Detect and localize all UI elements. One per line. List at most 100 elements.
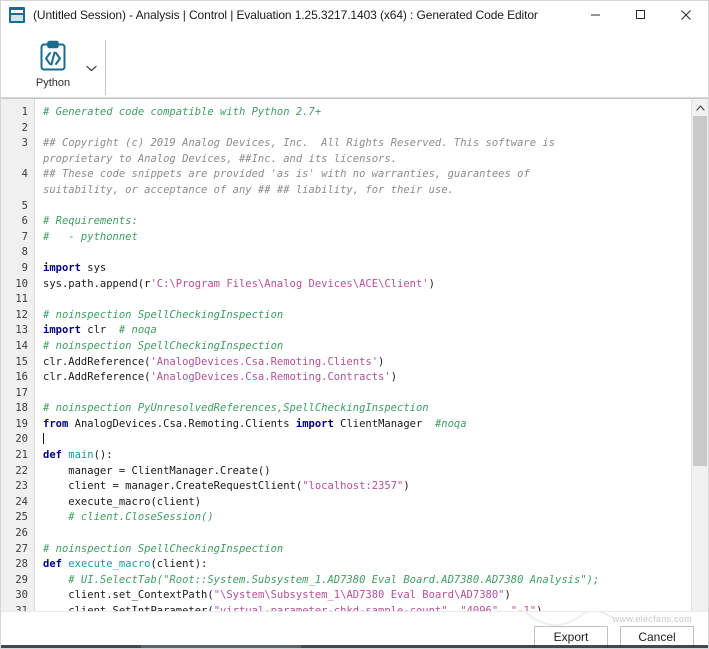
line-number: 24 xyxy=(1,495,34,511)
code-line[interactable]: # noinspection SpellCheckingInspection xyxy=(43,308,691,324)
scrollbar-track[interactable] xyxy=(692,116,708,631)
code-token: "localhost:2357" xyxy=(302,480,403,492)
code-line[interactable]: client.set_ContextPath("\System\Subsyste… xyxy=(43,588,691,604)
code-token: clr xyxy=(81,324,119,336)
code-line[interactable]: # noinspection SpellCheckingInspection xyxy=(43,542,691,558)
code-token: # noinspection SpellCheckingInspection xyxy=(43,543,283,555)
code-token: client.set_ContextPath( xyxy=(43,589,214,601)
code-token: # client.CloseSession() xyxy=(43,511,214,523)
code-line[interactable] xyxy=(43,121,691,137)
code-token: import xyxy=(43,262,81,274)
code-line[interactable]: clr.AddReference('AnalogDevices.Csa.Remo… xyxy=(43,355,691,371)
chevron-down-icon[interactable] xyxy=(83,46,99,90)
code-line[interactable]: def main(): xyxy=(43,448,691,464)
code-line[interactable]: import sys xyxy=(43,261,691,277)
code-line[interactable] xyxy=(43,526,691,542)
code-line[interactable]: # Requirements: xyxy=(43,214,691,230)
export-button[interactable]: Export xyxy=(534,626,608,649)
scrollbar-thumb[interactable] xyxy=(693,116,707,466)
scroll-up-button[interactable] xyxy=(692,99,708,116)
code-line[interactable]: # UI.SelectTab("Root::System.Subsystem_1… xyxy=(43,573,691,589)
code-line[interactable]: proprietary to Analog Devices, ##Inc. an… xyxy=(43,152,691,168)
close-button[interactable] xyxy=(663,1,708,29)
window-title: (Untitled Session) - Analysis | Control … xyxy=(33,8,538,22)
line-number: 7 xyxy=(1,230,34,246)
line-number: 22 xyxy=(1,464,34,480)
code-line[interactable] xyxy=(43,386,691,402)
code-line[interactable]: def execute_macro(client): xyxy=(43,557,691,573)
code-line[interactable]: manager = ClientManager.Create() xyxy=(43,464,691,480)
code-line[interactable]: # noinspection SpellCheckingInspection xyxy=(43,339,691,355)
code-line[interactable]: from AnalogDevices.Csa.Remoting.Clients … xyxy=(43,417,691,433)
code-token: #noqa xyxy=(435,418,467,430)
code-line[interactable]: # client.CloseSession() xyxy=(43,510,691,526)
code-token: # noinspection SpellCheckingInspection xyxy=(43,340,283,352)
code-line[interactable] xyxy=(43,292,691,308)
line-number: 15 xyxy=(1,355,34,371)
code-editor: 123 4 5678910111213141516171819202122232… xyxy=(1,98,708,648)
line-number: 8 xyxy=(1,245,34,261)
code-line[interactable]: execute_macro(client) xyxy=(43,495,691,511)
ribbon-divider xyxy=(105,40,106,95)
code-token: AnalogDevices.Csa.Remoting.Clients xyxy=(68,418,296,430)
code-token: execute_macro xyxy=(68,558,150,570)
code-token: execute_macro(client) xyxy=(43,496,201,508)
code-token: # - pythonnet xyxy=(43,231,138,243)
code-token: # noinspection SpellCheckingInspection xyxy=(43,309,283,321)
code-line[interactable]: clr.AddReference('AnalogDevices.Csa.Remo… xyxy=(43,370,691,386)
code-token: 'AnalogDevices.Csa.Remoting.Clients' xyxy=(150,356,378,368)
code-line[interactable]: # - pythonnet xyxy=(43,230,691,246)
app-grid-icon xyxy=(9,7,25,23)
ribbon-group-language: Python xyxy=(1,29,106,97)
maximize-button[interactable] xyxy=(618,1,663,29)
code-line[interactable]: suitability, or acceptance of any ## ## … xyxy=(43,183,691,199)
line-number: 23 xyxy=(1,479,34,495)
window-controls xyxy=(573,1,708,29)
line-number: 10 xyxy=(1,277,34,293)
code-text-area[interactable]: # Generated code compatible with Python … xyxy=(35,99,691,648)
cancel-button[interactable]: Cancel xyxy=(620,626,694,649)
line-number: 25 xyxy=(1,510,34,526)
line-number: 2 xyxy=(1,121,34,137)
code-line[interactable]: client = manager.CreateRequestClient("lo… xyxy=(43,479,691,495)
code-line[interactable]: # noinspection PyUnresolvedReferences,Sp… xyxy=(43,401,691,417)
minimize-button[interactable] xyxy=(573,1,618,29)
text-caret xyxy=(43,433,44,444)
code-line[interactable]: ## Copyright (c) 2019 Analog Devices, In… xyxy=(43,136,691,152)
code-token: sys xyxy=(81,262,106,274)
code-token: ) xyxy=(391,371,397,383)
code-line[interactable]: ## These code snippets are provided 'as … xyxy=(43,167,691,183)
vertical-scrollbar[interactable] xyxy=(691,99,708,648)
code-token: "\System\Subsystem_1\AD7380 Eval Board\A… xyxy=(214,589,505,601)
code-line[interactable] xyxy=(43,432,691,448)
code-token: client = manager.CreateRequestClient( xyxy=(43,480,302,492)
code-token: clr.AddReference( xyxy=(43,371,150,383)
code-line[interactable] xyxy=(43,245,691,261)
code-token: 'C:\Program Files\Analog Devices\ACE\Cli… xyxy=(150,278,428,290)
line-number: 27 xyxy=(1,542,34,558)
code-token: from xyxy=(43,418,68,430)
line-number: 5 xyxy=(1,199,34,215)
code-token: proprietary to Analog Devices, ##Inc. an… xyxy=(43,153,397,165)
line-number: 19 xyxy=(1,417,34,433)
code-line[interactable] xyxy=(43,199,691,215)
python-tool-button[interactable]: Python xyxy=(23,34,83,89)
code-token: # noqa xyxy=(119,324,157,336)
code-token: # Generated code compatible with Python … xyxy=(43,106,321,118)
code-token: ClientManager xyxy=(334,418,435,430)
generated-code-editor-window: (Untitled Session) - Analysis | Control … xyxy=(0,0,709,649)
code-line[interactable]: # Generated code compatible with Python … xyxy=(43,105,691,121)
watermark-text: www.elecfans.com xyxy=(613,614,692,624)
dialog-buttons: Export Cancel xyxy=(534,624,708,648)
code-line[interactable]: sys.path.append(r'C:\Program Files\Analo… xyxy=(43,277,691,293)
line-number: 12 xyxy=(1,308,34,324)
code-token: manager = ClientManager.Create() xyxy=(43,465,271,477)
code-line[interactable]: import clr # noqa xyxy=(43,323,691,339)
line-number: 4 xyxy=(1,167,34,183)
code-token: def xyxy=(43,558,62,570)
line-number: 11 xyxy=(1,292,34,308)
code-token: (client): xyxy=(150,558,207,570)
code-token: main xyxy=(68,449,93,461)
code-token: ## Copyright (c) 2019 Analog Devices, In… xyxy=(43,137,555,149)
line-number: 17 xyxy=(1,386,34,402)
